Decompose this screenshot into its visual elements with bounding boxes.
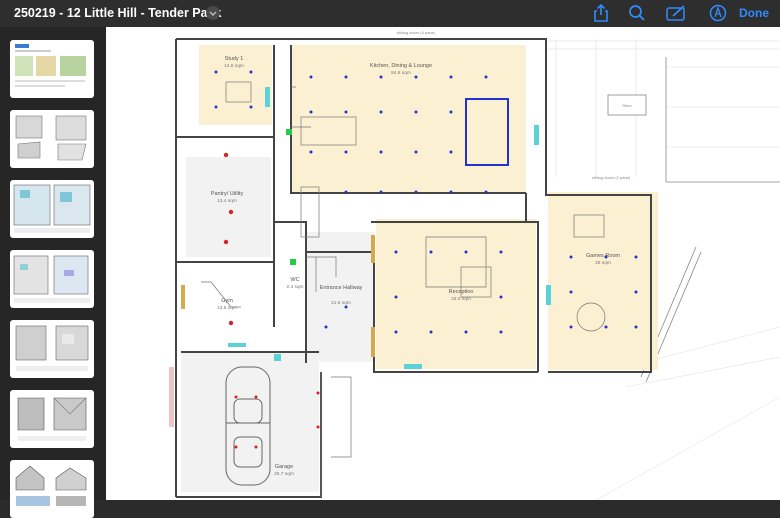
room-label-games: Games Room (586, 253, 620, 259)
room-label-reception: Reception (449, 289, 474, 295)
svg-text:21.5 sqm: 21.5 sqm (331, 300, 351, 306)
svg-text:Store: Store (622, 103, 632, 108)
room-label-kitchen: Kitchen, Dining & Lounge (370, 63, 432, 69)
note-sliding-doors-right: sliding doors (2 pane) (592, 175, 631, 180)
page-thumbnail[interactable] (10, 390, 94, 448)
svg-text:13.4 sqm: 13.4 sqm (217, 198, 237, 204)
markup-pen-icon[interactable] (665, 3, 687, 23)
svg-text:84.8 sqm: 84.8 sqm (391, 70, 411, 76)
page-thumbnail-sidebar (0, 27, 106, 518)
page-thumbnail[interactable] (10, 250, 94, 308)
chevron-down-icon (209, 11, 217, 16)
title-menu-button[interactable] (206, 6, 220, 20)
svg-text:13.6 sqm: 13.6 sqm (217, 305, 237, 311)
room-label-study: Study 1 (225, 56, 244, 62)
page-thumbnail[interactable] (10, 180, 94, 238)
done-button[interactable]: Done (739, 6, 769, 20)
room-fill (548, 192, 658, 370)
floor-plan-drawing: Store Study 1 12.6 sqm Kitchen, Dining &… (169, 30, 780, 500)
page-thumbnail[interactable] (10, 320, 94, 378)
svg-text:28 sqm: 28 sqm (595, 260, 611, 266)
document-title[interactable]: 250219 - 12 Little Hill - Tender Pack (14, 6, 222, 20)
share-icon[interactable] (590, 3, 612, 23)
room-label-gym: Gym (221, 298, 233, 304)
svg-text:12.6 sqm: 12.6 sqm (224, 63, 244, 69)
room-label-hallway: Entrance Hallway (320, 285, 363, 291)
page-thumbnail[interactable] (10, 110, 94, 168)
page-thumbnail[interactable] (10, 460, 94, 518)
note-sliding-doors-top: sliding doors (4 pane) (397, 30, 436, 35)
svg-text:2.3 sqm: 2.3 sqm (286, 284, 303, 290)
room-label-pantry: Pantry/ Utility (211, 191, 244, 197)
svg-text:33.0 sqm: 33.0 sqm (451, 296, 471, 302)
plan-canvas[interactable]: Store Study 1 12.6 sqm Kitchen, Dining &… (106, 27, 780, 500)
pen-circle-icon[interactable] (707, 3, 729, 23)
room-label-garage: Garage (275, 464, 293, 470)
room-label-wc: WC (290, 277, 299, 283)
toolbar: 250219 - 12 Little Hill - Tender Pack Do… (0, 0, 780, 27)
search-icon[interactable] (626, 3, 648, 23)
svg-text:26.7 sqm: 26.7 sqm (274, 471, 294, 477)
page-thumbnail[interactable] (10, 40, 94, 98)
